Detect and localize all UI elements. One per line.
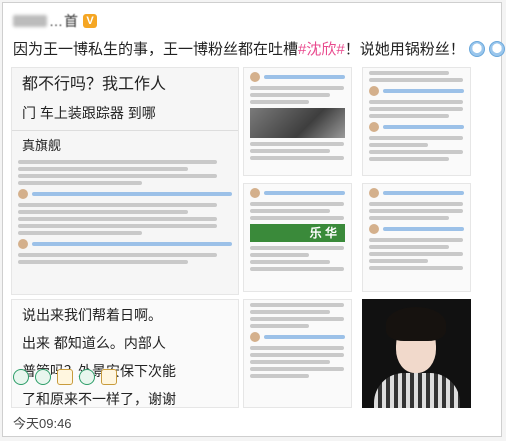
- image-thumbnail-1[interactable]: 都不行吗？我工作人 门 车上装跟踪器 到哪 真旗舰: [11, 67, 239, 295]
- doge-icon: [468, 41, 485, 57]
- share-icon[interactable]: [13, 369, 29, 385]
- reaction-bar: [13, 369, 117, 385]
- post-header: …首 V: [13, 11, 97, 31]
- image-thumbnail-5[interactable]: [362, 183, 471, 292]
- image-thumbnail-6[interactable]: [243, 299, 352, 408]
- image-thumbnail-2[interactable]: [243, 67, 352, 176]
- post-timestamp: 今天09:46: [13, 416, 72, 431]
- like-icon[interactable]: [57, 369, 73, 385]
- image-text-line: 都不行吗？我工作人: [22, 76, 167, 93]
- crowd-photo: [250, 108, 345, 138]
- hashtag-link[interactable]: #沈欣#: [298, 41, 345, 58]
- post-text-before: 因为王一博私生的事，王一博粉丝都在吐槽: [13, 41, 299, 58]
- post-text-after: ！说她用锅粉丝！: [344, 41, 465, 58]
- post-text: 因为王一博私生的事，王一博粉丝都在吐槽#沈欣#！说她用锅粉丝！: [13, 39, 505, 61]
- image-text-line: 出来 都知道么。内部人: [22, 335, 166, 351]
- like-icon[interactable]: [101, 369, 117, 385]
- image-text-line: 了和原来不一样了，谢谢: [22, 391, 176, 407]
- image-text-line: 说出来我们帮着日啊。: [22, 307, 162, 323]
- username[interactable]: …首: [49, 11, 79, 31]
- doge-icon: [488, 41, 505, 57]
- comment-icon[interactable]: [35, 369, 51, 385]
- image-thumbnail-7[interactable]: 说出来我们帮着日啊。 出来 都知道么。内部人 普管吗？外景安保下次能 了和原来不…: [11, 299, 239, 408]
- image-text-line: 真旗舰: [22, 138, 62, 153]
- portrait-photo[interactable]: [362, 299, 471, 408]
- image-text-line: 门 车上装跟踪器 到哪: [22, 105, 156, 121]
- image-thumbnail-3[interactable]: [362, 67, 471, 176]
- label-banner: 乐 华: [250, 224, 345, 242]
- verified-badge-icon: V: [83, 14, 97, 28]
- comment-icon[interactable]: [79, 369, 95, 385]
- weibo-post-card: …首 V 因为王一博私生的事，王一博粉丝都在吐槽#沈欣#！说她用锅粉丝！ 都不行…: [2, 2, 505, 437]
- username-blurred[interactable]: [13, 15, 47, 27]
- image-thumbnail-4[interactable]: 乐 华: [243, 183, 352, 292]
